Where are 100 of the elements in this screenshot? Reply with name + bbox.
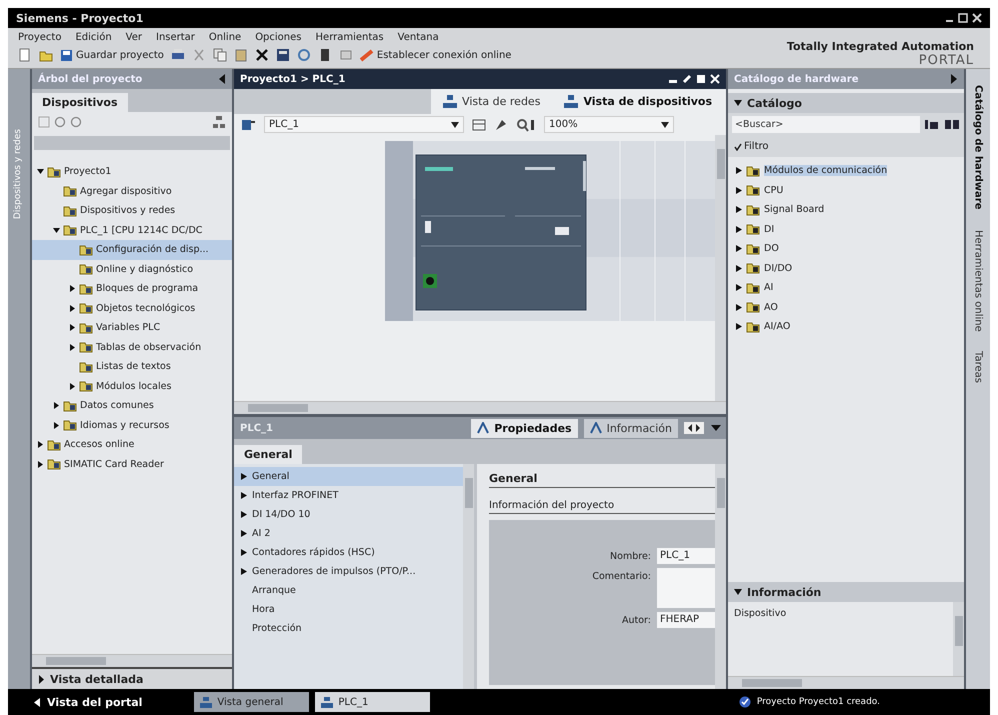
property-nav-item[interactable]: Protección	[234, 619, 463, 638]
menu-item[interactable]: Insertar	[156, 32, 195, 43]
side-tab[interactable]: Herramientas online	[972, 230, 984, 332]
inspector-tab[interactable]: Propiedades	[471, 418, 578, 438]
section-header[interactable]: Información	[728, 582, 964, 602]
filter-checkbox[interactable]: Filtro	[728, 136, 964, 157]
tree-item[interactable]: Proyecto1	[32, 162, 232, 182]
catalog-item[interactable]: CPU	[736, 180, 964, 200]
property-nav-item[interactable]: Interfaz PROFINET	[234, 486, 463, 505]
tree-item[interactable]: Online y diagnóstico	[32, 260, 232, 279]
collapsed-arrow-icon[interactable]	[36, 441, 44, 448]
horizontal-scrollbar[interactable]	[32, 654, 232, 667]
tree-item[interactable]: Objetos tecnológicos	[32, 298, 232, 318]
collapsed-arrow-icon[interactable]	[36, 460, 44, 468]
search-field[interactable]: <Buscar>	[732, 116, 920, 133]
collapsed-arrow-icon[interactable]	[68, 344, 76, 351]
catalog-item[interactable]: AI/AO	[736, 317, 964, 336]
restore-icon[interactable]	[958, 13, 968, 23]
vertical-scrollbar[interactable]	[715, 135, 726, 401]
scroll-arrows-icon[interactable]	[684, 422, 704, 434]
menu-item[interactable]: Proyecto	[18, 32, 62, 43]
catalog-item[interactable]: DI/DO	[736, 258, 964, 278]
collapse-right-icon[interactable]	[950, 74, 958, 84]
section-header[interactable]: Catálogo	[728, 93, 964, 113]
view-tab[interactable]: Vista de redes	[439, 93, 544, 110]
device-dropdown[interactable]: PLC_1	[264, 116, 464, 133]
property-nav-item[interactable]: Generadores de impulsos (PTO/P...	[234, 562, 463, 581]
expanded-arrow-icon[interactable]	[36, 168, 44, 176]
general-tab[interactable]: General	[234, 445, 302, 464]
catalog-item[interactable]: Módulos de comunicación	[736, 161, 964, 180]
float-icon[interactable]	[682, 74, 692, 84]
delete-icon[interactable]	[254, 48, 269, 62]
collapsed-arrow-icon[interactable]	[68, 324, 76, 332]
catalog-item[interactable]: Signal Board	[736, 200, 964, 220]
table-icon[interactable]	[472, 118, 486, 130]
property-nav-item[interactable]: AI 2	[234, 524, 463, 543]
vertical-scrollbar[interactable]	[715, 464, 726, 689]
property-nav-item[interactable]: Hora	[234, 600, 463, 619]
text-field[interactable]: FHERAP	[657, 612, 715, 628]
tag-icon[interactable]	[494, 118, 508, 132]
tree-item[interactable]: Tablas de observación	[32, 338, 232, 357]
taskbar-item[interactable]: Vista general	[194, 692, 310, 712]
tree-item[interactable]: Configuración de disp...	[32, 240, 232, 260]
panel-tab[interactable]: Dispositivos	[32, 93, 128, 112]
circle-icon[interactable]	[54, 116, 66, 128]
view-tab[interactable]: Vista de dispositivos	[560, 93, 716, 110]
print-icon[interactable]	[170, 48, 185, 62]
tree-item[interactable]: Módulos locales	[32, 376, 232, 396]
vertical-scrollbar[interactable]	[953, 602, 964, 676]
collapse-left-icon[interactable]	[218, 74, 226, 84]
inspector-tab[interactable]: Información	[584, 418, 678, 438]
save-project-button[interactable]: Guardar proyecto	[60, 48, 164, 62]
expanded-arrow-icon[interactable]	[52, 226, 60, 234]
collapsed-arrow-icon[interactable]	[52, 402, 60, 410]
taskbar-item[interactable]: PLC_1	[315, 692, 430, 712]
tree-item[interactable]: SIMATIC Card Reader	[32, 454, 232, 474]
tree-item[interactable]: Idiomas y recursos	[32, 416, 232, 435]
paste-icon[interactable]	[234, 48, 248, 62]
property-nav-item[interactable]: Arranque	[234, 581, 463, 600]
side-tab[interactable]: Tareas	[972, 351, 984, 384]
catalog-item[interactable]: DO	[736, 239, 964, 258]
network-icon[interactable]	[212, 115, 226, 129]
download-icon[interactable]	[296, 48, 311, 62]
tree-item[interactable]: Datos comunes	[32, 396, 232, 416]
side-tab[interactable]: Catálogo de hardware	[972, 85, 984, 210]
go-online-button[interactable]: Establecer conexión online	[360, 48, 512, 62]
menu-item[interactable]: Herramientas	[316, 32, 384, 43]
collapsed-arrow-icon[interactable]	[52, 422, 60, 429]
horizontal-scrollbar[interactable]	[728, 676, 964, 689]
property-nav-item[interactable]: General	[234, 467, 463, 486]
tree-item[interactable]: Bloques de programa	[32, 279, 232, 298]
tree-item[interactable]: Dispositivos y redes	[32, 201, 232, 220]
comment-field[interactable]	[657, 568, 715, 608]
menu-item[interactable]: Opciones	[255, 32, 302, 43]
catalog-item[interactable]: AI	[736, 278, 964, 298]
property-nav-item[interactable]: DI 14/DO 10	[234, 505, 463, 524]
menu-item[interactable]: Ventana	[398, 32, 439, 43]
tree-item[interactable]: Agregar dispositivo	[32, 182, 232, 201]
tree-item[interactable]: Listas de textos	[32, 357, 232, 376]
menu-item[interactable]: Edición	[75, 32, 112, 43]
collapsed-arrow-icon[interactable]	[68, 382, 76, 390]
collapsed-arrow-icon[interactable]	[68, 285, 76, 292]
collapsed-arrow-icon[interactable]	[68, 304, 76, 312]
catalog-item[interactable]: DI	[736, 220, 964, 239]
tree-item[interactable]: Variables PLC	[32, 318, 232, 338]
new-project-icon[interactable]	[18, 48, 32, 62]
device-icon[interactable]	[240, 118, 256, 132]
detail-view-header[interactable]: Vista detallada	[32, 667, 232, 689]
zoom-dropdown[interactable]: 100%	[544, 116, 674, 133]
menu-item[interactable]: Online	[208, 32, 242, 43]
circle-icon[interactable]	[70, 116, 82, 128]
plc-rack-drawing[interactable]	[384, 141, 714, 321]
copy-icon[interactable]	[212, 48, 227, 62]
tree-item[interactable]: PLC_1 [CPU 1214C DC/DC	[32, 220, 232, 240]
menu-item[interactable]: Ver	[126, 32, 142, 43]
tree-item[interactable]: Accesos online	[32, 435, 232, 454]
text-field[interactable]: PLC_1	[657, 548, 715, 564]
zoom-icon[interactable]	[516, 118, 536, 132]
catalog-item[interactable]: AO	[736, 298, 964, 317]
vertical-scrollbar[interactable]	[463, 464, 474, 689]
